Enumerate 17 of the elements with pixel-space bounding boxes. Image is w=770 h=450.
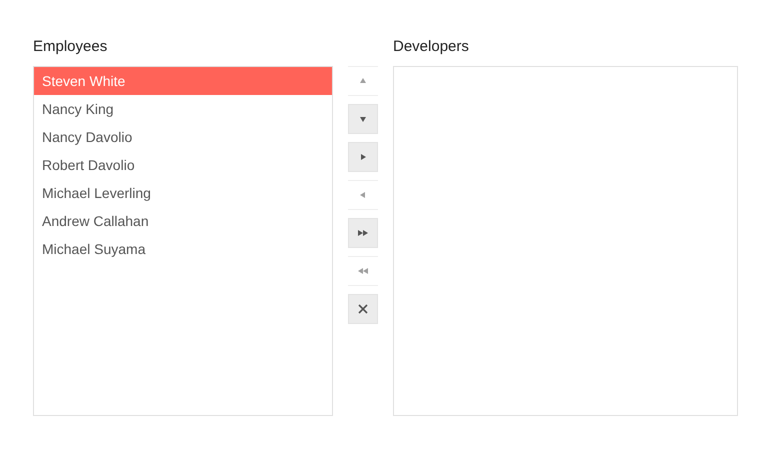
list-item[interactable]: Nancy Davolio bbox=[34, 123, 332, 151]
transfer-button[interactable] bbox=[348, 218, 378, 248]
list-item[interactable]: Nancy King bbox=[34, 95, 332, 123]
list-item[interactable]: Michael Suyama bbox=[34, 235, 332, 263]
transfer-button[interactable] bbox=[348, 294, 378, 324]
close-icon bbox=[358, 304, 368, 314]
down-arrow-icon bbox=[359, 115, 367, 123]
double-left-arrow-icon bbox=[358, 267, 368, 275]
list-item[interactable]: Robert Davolio bbox=[34, 151, 332, 179]
list-item[interactable]: Andrew Callahan bbox=[34, 207, 332, 235]
list-title: Developers bbox=[393, 37, 470, 57]
double-right-arrow-icon bbox=[358, 229, 368, 237]
right-arrow-icon bbox=[359, 153, 367, 161]
left-arrow-icon bbox=[359, 191, 367, 199]
up-arrow-icon bbox=[359, 77, 367, 85]
list-item[interactable]: Michael Leverling bbox=[34, 179, 332, 207]
list-title: Employees bbox=[33, 37, 108, 57]
